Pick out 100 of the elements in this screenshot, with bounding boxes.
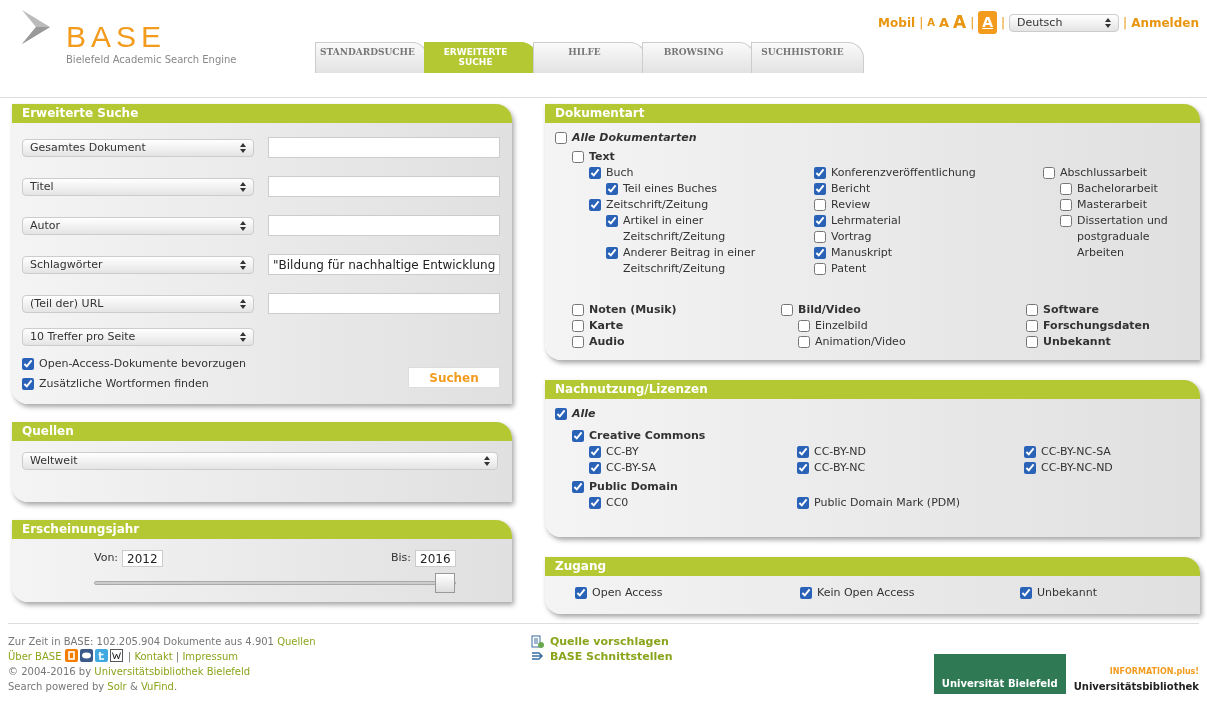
checkbox-label: CC-BY-ND — [814, 444, 866, 460]
checkbox[interactable] — [589, 497, 601, 509]
checkbox-label: Teil eines Buches — [623, 181, 718, 197]
checkbox[interactable] — [1024, 446, 1036, 458]
logo-subtitle: Bielefeld Academic Search Engine — [66, 53, 237, 67]
checkbox[interactable] — [800, 587, 812, 599]
wikipedia-icon[interactable] — [109, 649, 123, 662]
header-link[interactable]: Anmelden — [1131, 13, 1199, 32]
checkbox-label: Vortrag — [831, 229, 872, 245]
checkbox-label: Bericht — [831, 181, 871, 197]
checkbox-label: CC0 — [606, 495, 629, 511]
field-select[interactable]: Titel — [22, 177, 254, 196]
checkbox-label: Unbekannt — [1043, 334, 1111, 350]
checkbox[interactable] — [589, 199, 601, 211]
checkbox[interactable] — [572, 151, 584, 163]
checkbox[interactable] — [797, 462, 809, 474]
checkbox[interactable] — [814, 183, 826, 195]
search-button[interactable]: Suchen — [408, 367, 500, 388]
checkbox[interactable] — [572, 336, 584, 348]
footer-link[interactable]: Impressum — [182, 651, 238, 662]
field-select[interactable]: Gesamtes Dokument — [22, 138, 254, 157]
panel-title: Erweiterte Suche — [12, 104, 512, 123]
field-select[interactable]: Autor — [22, 216, 254, 235]
checkbox[interactable] — [1060, 183, 1072, 195]
checkbox[interactable] — [814, 247, 826, 259]
checkbox[interactable] — [814, 231, 826, 243]
field-select[interactable]: (Teil der) URL — [22, 294, 254, 313]
checkbox[interactable] — [1020, 587, 1032, 599]
checkbox[interactable] — [814, 199, 826, 211]
footer-link[interactable]: VuFind — [140, 681, 174, 692]
footer-link[interactable]: Quellen — [277, 636, 316, 647]
language-select[interactable]: Deutsch — [1009, 13, 1120, 32]
font-size-link[interactable]: A — [953, 10, 967, 36]
checkbox[interactable] — [589, 462, 601, 474]
checkbox[interactable] — [1060, 215, 1072, 227]
checkbox[interactable] — [22, 358, 34, 370]
separator: | — [970, 14, 975, 32]
header-link[interactable]: Mobil — [878, 13, 916, 32]
search-field[interactable] — [268, 137, 500, 158]
checkbox[interactable] — [606, 247, 618, 259]
checkbox[interactable] — [1024, 462, 1036, 474]
checkbox[interactable] — [797, 497, 809, 509]
footer-text: © 2004-2016 by Universitätsbibliothek Bielefeld — [8, 665, 252, 679]
checkbox[interactable] — [781, 304, 793, 316]
checkbox-label: Manuskript — [831, 245, 893, 261]
checkbox[interactable] — [572, 481, 584, 493]
checkbox[interactable] — [814, 167, 826, 179]
checkbox[interactable] — [814, 215, 826, 227]
footer-link[interactable]: BASE Schnittstellen — [549, 649, 673, 664]
checkbox[interactable] — [798, 320, 810, 332]
footer-text: Zur Zeit in BASE: 102.205.904 Dokumente aus 4.901 Quellen — [8, 635, 317, 649]
checkbox[interactable] — [572, 430, 584, 442]
checkbox[interactable] — [798, 336, 810, 348]
university-logo: Universität Bielefeld — [933, 654, 1066, 694]
contrast-button[interactable]: A — [978, 11, 998, 35]
panel-title: Quellen — [12, 422, 512, 441]
checkbox[interactable] — [589, 167, 601, 179]
search-field[interactable] — [268, 215, 500, 236]
checkbox[interactable] — [606, 215, 618, 227]
checkbox[interactable] — [1026, 304, 1038, 316]
font-size-link[interactable]: A — [927, 15, 935, 31]
checkbox-label: Masterarbeit — [1077, 197, 1147, 213]
year-field[interactable]: 2016 — [415, 550, 456, 567]
footer-link[interactable]: Über BASE — [8, 651, 62, 662]
checkbox[interactable] — [555, 408, 567, 420]
checkbox[interactable] — [555, 132, 567, 144]
footer-link[interactable]: Kontakt — [134, 651, 173, 662]
slider-thumb[interactable] — [435, 573, 455, 593]
checkbox[interactable] — [814, 263, 826, 275]
footer-link[interactable]: Solr — [107, 681, 127, 692]
year-field[interactable]: 2012 — [122, 550, 164, 567]
search-field[interactable]: "Bildung für nachhaltige Entwicklung — [268, 254, 500, 275]
checkbox-label: Buch — [606, 165, 634, 181]
checkbox[interactable] — [1060, 199, 1072, 211]
footer-text: Über BASE | Kontakt | Impressum — [8, 649, 239, 664]
checkbox[interactable] — [1026, 320, 1038, 332]
source-select[interactable]: Weltweit — [22, 452, 498, 470]
checkbox[interactable] — [22, 378, 34, 390]
logo-title[interactable]: BASE — [66, 22, 237, 52]
checkbox-label: CC-BY-NC-SA — [1041, 444, 1111, 460]
field-select[interactable]: Schlagwörter — [22, 255, 254, 274]
checkbox[interactable] — [797, 446, 809, 458]
checkbox[interactable] — [572, 320, 584, 332]
checkbox[interactable] — [606, 183, 618, 195]
checkbox[interactable] — [572, 304, 584, 316]
checkbox[interactable] — [1043, 167, 1055, 179]
results-per-page-select[interactable]: 10 Treffer pro Seite — [22, 328, 254, 346]
checkbox[interactable] — [1026, 336, 1038, 348]
checkbox[interactable] — [575, 587, 587, 599]
nav-tab[interactable]: SUCHHISTORIE — [751, 42, 864, 73]
font-size-link[interactable]: A — [938, 13, 949, 33]
checkbox-label: Patent — [831, 261, 867, 277]
checkbox[interactable] — [589, 446, 601, 458]
checkbox-label: Zusätzliche Wortformen finden — [39, 376, 209, 392]
footer-link[interactable]: Quelle vorschlagen — [549, 634, 669, 649]
search-field[interactable] — [268, 293, 500, 314]
library-logo: Universitätsbibliothek — [1073, 680, 1199, 694]
search-field[interactable] — [268, 176, 500, 197]
footer-link[interactable]: Universitätsbibliothek Bielefeld — [94, 666, 251, 677]
checkbox-label: Kein Open Access — [817, 585, 915, 601]
